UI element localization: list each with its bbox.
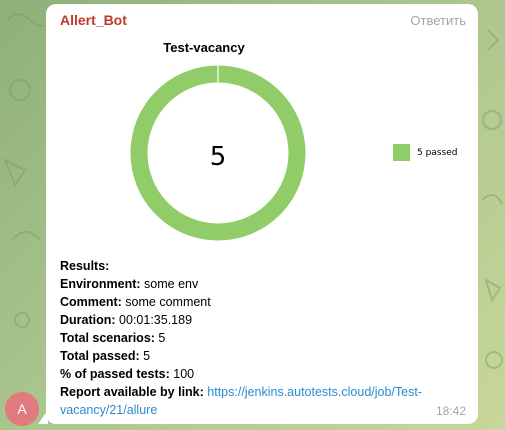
percent-line: % of passed tests: 100 <box>60 365 470 383</box>
passed-line: Total passed: 5 <box>60 347 470 365</box>
chart-image[interactable]: Test-vacancy 5 5 passed <box>54 34 470 252</box>
environment-label: Environment: <box>60 277 141 291</box>
results-block: Results: Environment: some env Comment: … <box>60 257 470 419</box>
duration-value: 00:01:35.189 <box>115 313 193 327</box>
percent-label: % of passed tests: <box>60 367 170 381</box>
duration-line: Duration: 00:01:35.189 <box>60 311 470 329</box>
chart-legend: 5 passed <box>393 144 457 161</box>
passed-label: Total passed: <box>60 349 140 363</box>
scenarios-label: Total scenarios: <box>60 331 155 345</box>
report-label: Report available by link: <box>60 385 204 399</box>
scenarios-value: 5 <box>154 331 166 345</box>
comment-value: some comment <box>121 295 211 309</box>
sender-name[interactable]: Allert_Bot <box>60 12 127 28</box>
comment-label: Comment: <box>60 295 122 309</box>
center-value-label: 5 <box>210 142 227 172</box>
legend-swatch <box>393 144 410 161</box>
comment-line: Comment: some comment <box>60 293 470 311</box>
message-bubble: Allert_Bot Ответить Test-vacancy 5 5 pas… <box>46 4 478 424</box>
legend-label: 5 passed <box>417 147 458 158</box>
environment-value: some env <box>140 277 199 291</box>
sender-avatar[interactable]: A <box>5 392 39 426</box>
results-heading: Results: <box>60 259 110 273</box>
duration-label: Duration: <box>60 313 116 327</box>
reply-button[interactable]: Ответить <box>410 13 466 28</box>
passed-value: 5 <box>139 349 151 363</box>
percent-value: 100 <box>169 367 195 381</box>
scenarios-line: Total scenarios: 5 <box>60 329 470 347</box>
message-time: 18:42 <box>435 404 466 418</box>
report-line: Report available by link: https://jenkin… <box>60 383 470 419</box>
avatar-letter: A <box>17 401 27 417</box>
environment-line: Environment: some env <box>60 275 470 293</box>
donut-chart: 5 <box>130 65 306 241</box>
